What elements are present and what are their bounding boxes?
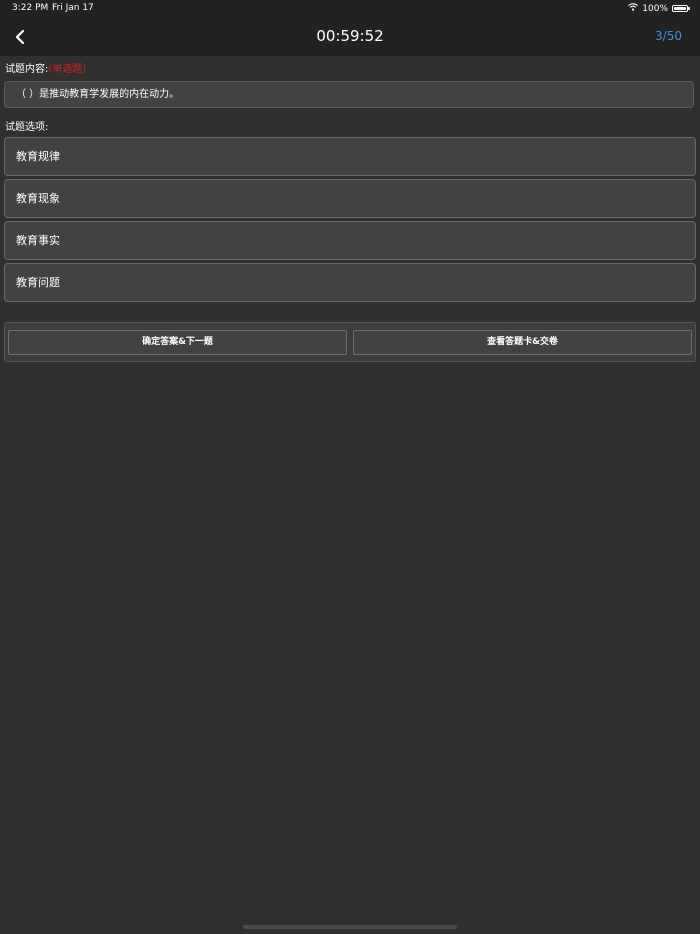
status-indicators: 100% [628, 3, 690, 14]
question-text: （ ）是推动教育学发展的内在动力。 [4, 81, 694, 108]
home-indicator [243, 925, 457, 929]
action-panel: 确定答案&下一题 查看答题卡&交卷 [4, 322, 696, 362]
confirm-next-button[interactable]: 确定答案&下一题 [8, 330, 347, 355]
status-time: 3:22 PM [12, 3, 49, 13]
wifi-icon [628, 3, 639, 14]
nav-bar: 00:59:52 3/50 [0, 18, 700, 56]
status-date: Fri Jan 17 [52, 3, 94, 13]
question-progress[interactable]: 3/50 [655, 29, 682, 43]
option-d[interactable]: 教育问题 [4, 263, 696, 302]
option-c[interactable]: 教育事实 [4, 221, 696, 260]
question-label: 试题内容: [5, 64, 49, 75]
answer-card-submit-button[interactable]: 查看答题卡&交卷 [353, 330, 692, 355]
option-a[interactable]: 教育规律 [4, 137, 696, 176]
exam-timer: 00:59:52 [316, 27, 384, 45]
status-bar: 3:22 PM Fri Jan 17 100% [0, 0, 700, 18]
question-header: 试题内容:(单选题) [5, 60, 86, 75]
question-type-tag: (单选题) [48, 64, 87, 75]
options-label: 试题选项: [5, 122, 49, 133]
battery-percent: 100% [642, 3, 668, 14]
option-b[interactable]: 教育现象 [4, 179, 696, 218]
battery-icon [672, 5, 690, 12]
